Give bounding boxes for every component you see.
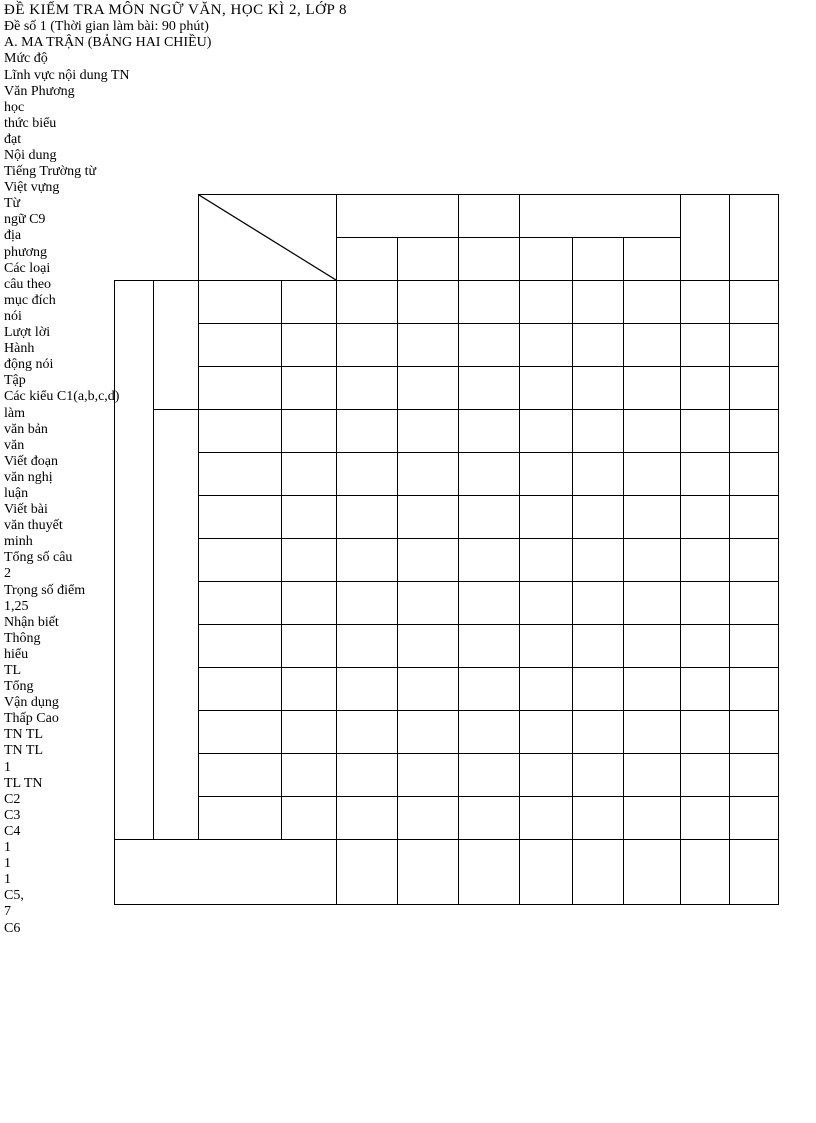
- matrix-table: [114, 194, 779, 905]
- table-row: [115, 668, 779, 711]
- left-line: Văn Phương: [4, 84, 204, 100]
- table-row: [115, 711, 779, 754]
- left-line: Lĩnh vực nội dung TN: [4, 68, 204, 84]
- left-line: đạt: [4, 132, 204, 148]
- table-row: [115, 324, 779, 367]
- table-row: [115, 582, 779, 625]
- left-line: Mức độ: [4, 51, 204, 67]
- left-line: 7: [4, 904, 204, 920]
- subtitle-1: Đề số 1 (Thời gian làm bài: 90 phút): [4, 19, 204, 35]
- table-row: [115, 496, 779, 539]
- table-row: [115, 625, 779, 668]
- table-row: [115, 281, 779, 324]
- table-row: [115, 367, 779, 410]
- table-row: [115, 410, 779, 453]
- left-line: học: [4, 100, 204, 116]
- table-row: [115, 840, 779, 905]
- subtitle-2: A. MA TRẬN (BẢNG HAI CHIỀU): [4, 35, 204, 51]
- diagonal-header-cell: [199, 195, 337, 281]
- table-row: [115, 539, 779, 582]
- left-line: Nội dung: [4, 148, 204, 164]
- table-row: [115, 797, 779, 840]
- table-row: [115, 453, 779, 496]
- diagonal-line-icon: [199, 195, 336, 280]
- table-row: [115, 754, 779, 797]
- left-line: Tiếng Trường từ: [4, 164, 204, 180]
- page-title: ĐỀ KIỂM TRA MÔN NGỮ VĂN, HỌC KÌ 2, LỚP 8: [4, 2, 204, 19]
- table-header-row: [115, 195, 779, 238]
- left-line: C6: [4, 921, 204, 937]
- left-line: thức biểu: [4, 116, 204, 132]
